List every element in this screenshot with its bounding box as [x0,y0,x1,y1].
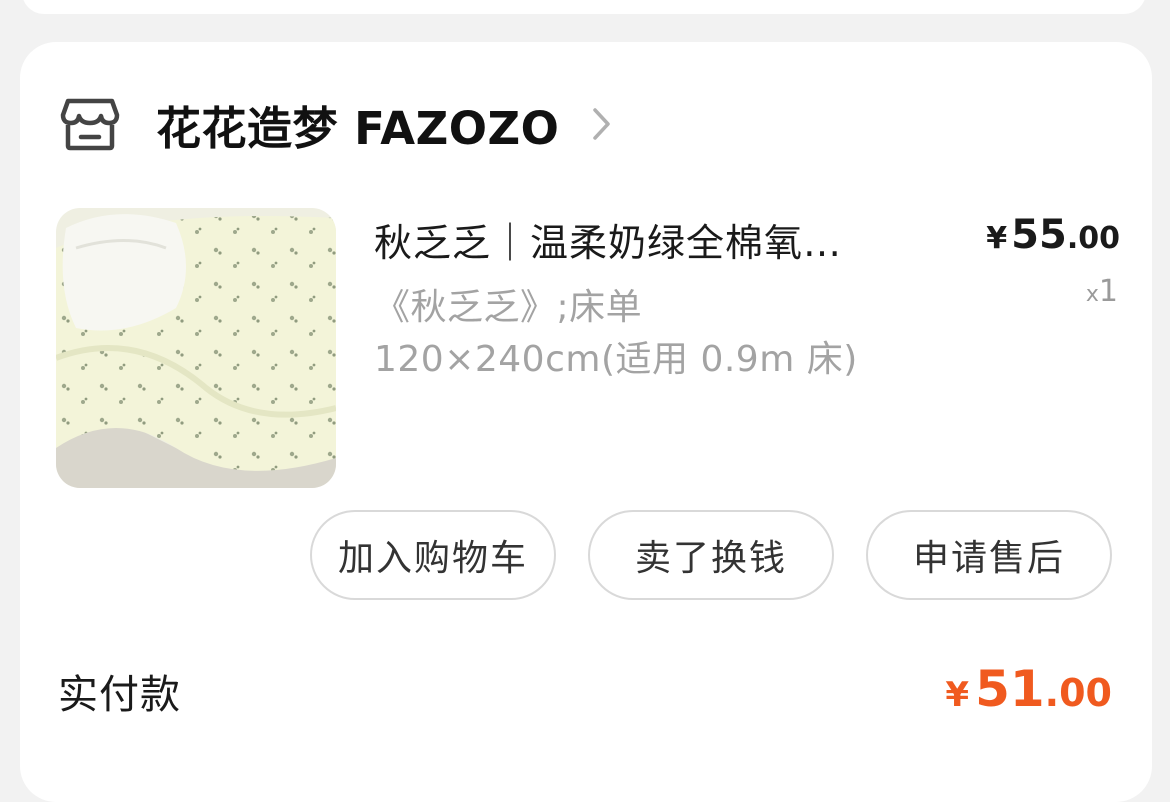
shop-name[interactable]: 花花造梦 FAZOZO [156,92,559,157]
product-spec: 《秋乏乏》;床单 120×240cm(适用 0.9m 床) [374,282,934,386]
add-to-cart-button[interactable]: 加入购物车 [310,510,556,600]
quantity-prefix: x [1085,282,1099,307]
sell-for-cash-button[interactable]: 卖了换钱 [588,510,834,600]
paid-currency: ¥ [945,675,970,715]
price-decimal: .00 [1066,221,1120,256]
paid-decimal: .00 [1044,671,1112,715]
previous-card-edge [22,0,1146,14]
product-spec-line-1: 《秋乏乏》;床单 [374,287,643,328]
quantity-value: 1 [1098,274,1118,309]
product-title[interactable]: 秋乏乏｜温柔奶绿全棉氧… [374,212,934,267]
product-image[interactable] [56,208,336,488]
paid-integer: 51 [975,660,1045,718]
chevron-right-icon[interactable] [591,106,613,142]
shop-header[interactable]: 花花造梦 FAZOZO [60,92,613,157]
price-currency: ¥ [986,221,1008,256]
order-card: 花花造梦 FAZOZO 秋乏乏｜温柔奶绿全棉氧… 《秋乏乏》;床单 120×24… [20,42,1152,802]
paid-amount-label: 实付款 [58,672,181,718]
product-quantity: x1 [1086,274,1118,309]
order-actions: 加入购物车 卖了换钱 申请售后 [310,510,1112,600]
product-spec-line-2: 120×240cm(适用 0.9m 床) [374,339,858,380]
product-price: ¥55.00 [986,212,1120,258]
price-integer: 55 [1011,212,1067,258]
store-icon [60,96,120,152]
paid-amount: ¥51.00 [945,660,1112,718]
after-sales-button[interactable]: 申请售后 [866,510,1112,600]
